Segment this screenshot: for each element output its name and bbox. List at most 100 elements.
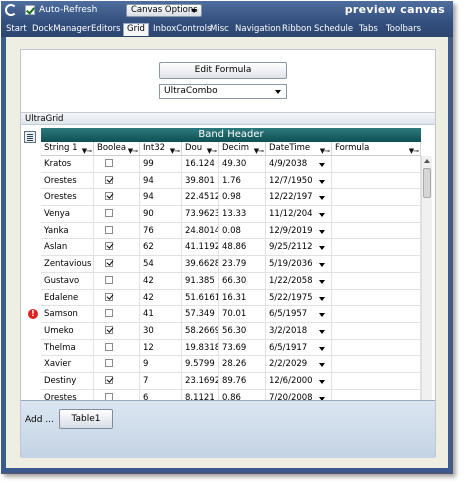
tab-grid[interactable]: Grid [123,23,149,36]
dec-cell[interactable]: 66.30 [219,272,266,290]
formula-cell[interactable] [332,239,421,257]
boolean-cell[interactable] [94,322,140,340]
int-cell[interactable]: 99 [140,156,182,173]
filter-icon[interactable]: ▼⊸ [170,145,180,155]
boolean-cell[interactable] [94,206,140,223]
boolean-cell[interactable] [94,339,140,357]
datetime-cell[interactable]: 12/7/1950 [266,172,332,190]
boolean-cell[interactable] [94,389,140,400]
dec-cell[interactable]: 73.69 [219,339,266,357]
checkbox[interactable] [105,309,113,318]
formula-cell[interactable] [332,356,421,373]
boolean-cell[interactable] [94,356,140,373]
tab-tabs[interactable]: Tabs [358,23,379,36]
datetime-cell[interactable]: 6/5/1957 [266,306,332,323]
table-row[interactable]: Orestes 94 22.4512 0.98 12/22/197 [21,189,421,207]
boolean-cell[interactable] [94,239,140,257]
dou-cell[interactable]: 58.2669 [182,322,219,340]
dec-cell[interactable]: 0.86 [219,389,266,400]
dec-cell[interactable]: 16.31 [219,289,266,307]
chevron-down-icon[interactable] [319,246,325,251]
column-header[interactable]: String 1 ▼⊸ [41,142,94,156]
checkbox[interactable] [105,159,113,167]
filter-icon[interactable]: ▼⊸ [207,145,217,155]
column-header[interactable]: Dou ▼⊸ [182,142,219,156]
checkbox[interactable] [105,359,113,368]
checkbox[interactable] [105,325,113,334]
tab-toolbars[interactable]: Toolbars [385,23,422,36]
table-row[interactable]: Zentavious 54 39.6628 23.79 5/19/2036 [21,256,421,273]
ultra-combo[interactable]: UltraCombo [159,84,287,99]
dec-cell[interactable]: 70.01 [219,306,266,323]
dou-cell[interactable]: 9.5799 [182,356,219,373]
dec-cell[interactable]: 13.33 [219,206,266,223]
int-cell[interactable]: 9 [140,356,182,373]
datetime-cell[interactable]: 5/19/2036 [266,256,332,273]
vertical-scrollbar[interactable] [421,156,432,400]
table-row[interactable]: Venya 90 73.9623 13.33 11/12/204 [21,206,421,223]
datetime-cell[interactable]: 5/22/1975 [266,289,332,307]
table-row[interactable]: Aslan 62 41.1192 48.86 9/25/2112 [21,239,421,257]
dou-cell[interactable]: 19.8318 [182,339,219,357]
scroll-up-icon[interactable] [424,159,430,163]
checkbox[interactable] [105,242,113,251]
string-cell[interactable]: Thelma [41,339,94,357]
dec-cell[interactable]: 48.86 [219,239,266,257]
string-cell[interactable]: Gustavo [41,272,94,290]
string-cell[interactable]: Orestes [41,189,94,207]
formula-cell[interactable] [332,272,421,290]
chevron-down-icon[interactable] [319,363,325,368]
boolean-cell[interactable] [94,256,140,273]
chevron-down-icon[interactable] [275,90,281,94]
chevron-down-icon[interactable] [319,163,325,167]
chevron-down-icon[interactable] [319,296,325,301]
int-cell[interactable]: 54 [140,256,182,273]
string-cell[interactable]: Orestes [41,389,94,400]
table-row[interactable]: Edalene 42 51.6161 16.31 5/22/1975 [21,289,421,307]
dou-cell[interactable]: 91.385 [182,272,219,290]
chevron-down-icon[interactable] [319,263,325,268]
table-row[interactable]: Yanka 76 24.8014 0.08 12/9/2019 [21,222,421,240]
dou-cell[interactable]: 73.9623 [182,206,219,223]
checkbox[interactable] [105,275,113,284]
add-table1-button[interactable]: Table1 [59,409,113,429]
formula-cell[interactable] [332,372,421,390]
checkbox[interactable] [105,225,113,234]
checkbox[interactable] [105,292,113,301]
formula-cell[interactable] [332,289,421,307]
dou-cell[interactable]: 23.1692 [182,372,219,390]
checkbox[interactable] [105,375,113,384]
tab-misc[interactable]: Misc [209,23,230,36]
dec-cell[interactable]: 49.30 [219,156,266,173]
formula-cell[interactable] [332,339,421,357]
string-cell[interactable]: Kratos [41,156,94,173]
dou-cell[interactable]: 24.8014 [182,222,219,240]
tab-inboxcontrols[interactable]: InboxControls [152,23,212,36]
string-cell[interactable]: Destiny [41,372,94,390]
datetime-cell[interactable]: 12/9/2019 [266,222,332,240]
tab-schedule[interactable]: Schedule [313,23,354,36]
checkbox[interactable] [105,259,113,268]
boolean-cell[interactable] [94,189,140,207]
formula-cell[interactable] [332,189,421,207]
boolean-cell[interactable] [94,372,140,390]
checkbox[interactable] [105,175,113,184]
string-cell[interactable]: Xavier [41,356,94,373]
int-cell[interactable]: 94 [140,172,182,190]
formula-cell[interactable] [332,222,421,240]
dou-cell[interactable]: 51.6161 [182,289,219,307]
dou-cell[interactable]: 57.349 [182,306,219,323]
table-row[interactable]: Kratos 99 16.124 49.30 4/9/2038 [21,156,421,173]
table-row[interactable]: Destiny 7 23.1692 89.76 12/6/2000 [21,372,421,390]
boolean-cell[interactable] [94,306,140,323]
string-cell[interactable]: Zentavious [41,256,94,273]
datetime-cell[interactable]: 11/12/204 [266,206,332,223]
formula-cell[interactable] [332,206,421,223]
chevron-down-icon[interactable] [319,379,325,384]
datetime-cell[interactable]: 2/2/2029 [266,356,332,373]
string-cell[interactable]: Yanka [41,222,94,240]
datetime-cell[interactable]: 7/20/2008 [266,389,332,400]
string-cell[interactable]: Orestes [41,172,94,190]
int-cell[interactable]: 76 [140,222,182,240]
auto-refresh-checkbox[interactable] [25,5,35,15]
